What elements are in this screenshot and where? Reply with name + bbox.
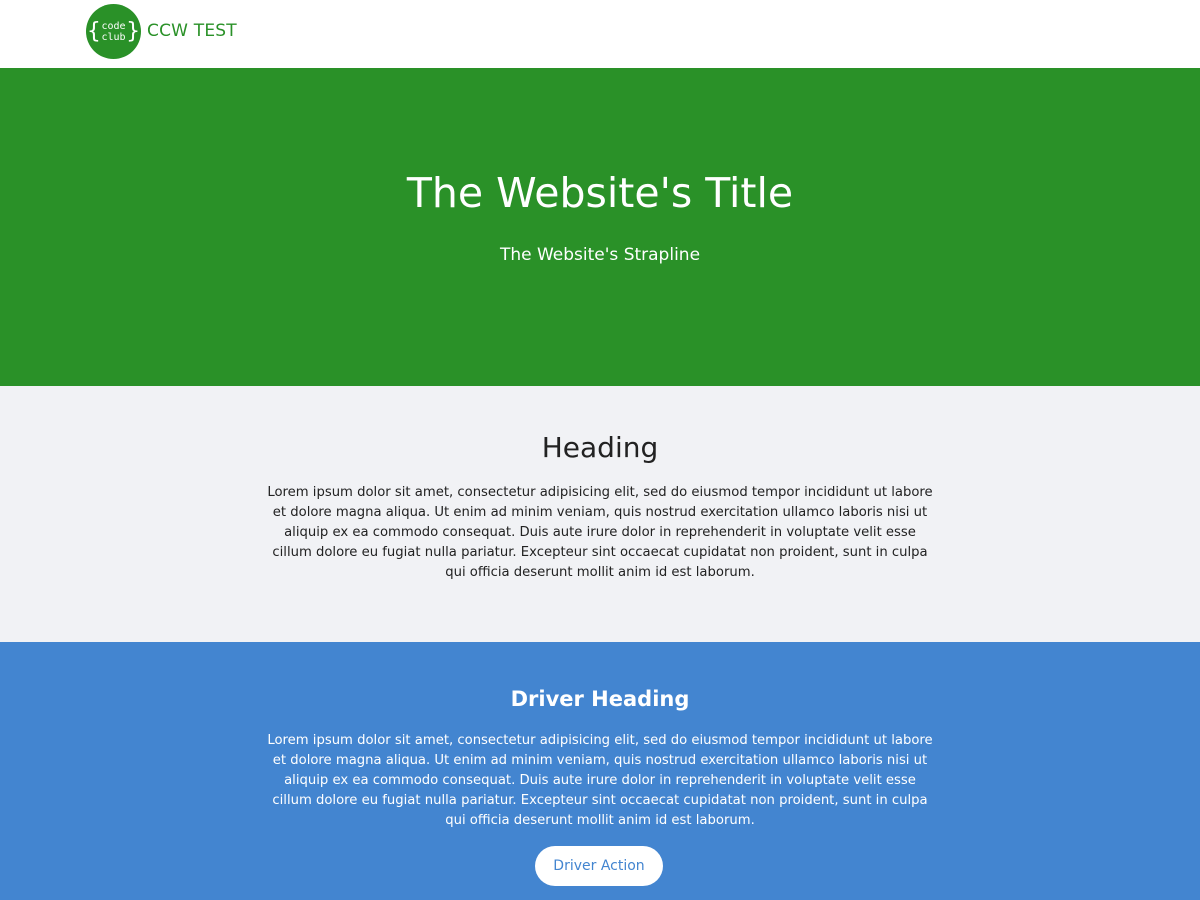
content-heading: Heading	[541, 431, 659, 464]
hero-strapline: The Website's Strapline	[499, 245, 701, 265]
top-navbar: { code club } CCW TEST	[0, 0, 1200, 68]
content-body: Lorem ipsum dolor sit amet, consectetur …	[267, 485, 933, 580]
driver-body: Lorem ipsum dolor sit amet, consectetur …	[267, 733, 933, 828]
logo-text-line2: club	[101, 31, 126, 43]
logo-text-line1: code	[101, 20, 126, 32]
code-club-logo[interactable]: { code club }	[86, 4, 141, 59]
driver-heading: Driver Heading	[510, 687, 690, 711]
hero-banner: The Website's Title The Website's Strapl…	[0, 68, 1200, 386]
hero-title: The Website's Title	[406, 169, 794, 217]
logo-left-brace: {	[87, 18, 101, 44]
site-name-link[interactable]: CCW TEST	[147, 21, 237, 41]
driver-action-button[interactable]: Driver Action	[535, 846, 663, 886]
driver-section: Driver Heading Lorem ipsum dolor sit ame…	[0, 642, 1200, 900]
content-section: Heading Lorem ipsum dolor sit amet, cons…	[0, 386, 1200, 642]
logo-text: code club	[101, 21, 125, 43]
logo-right-brace: }	[126, 18, 140, 44]
